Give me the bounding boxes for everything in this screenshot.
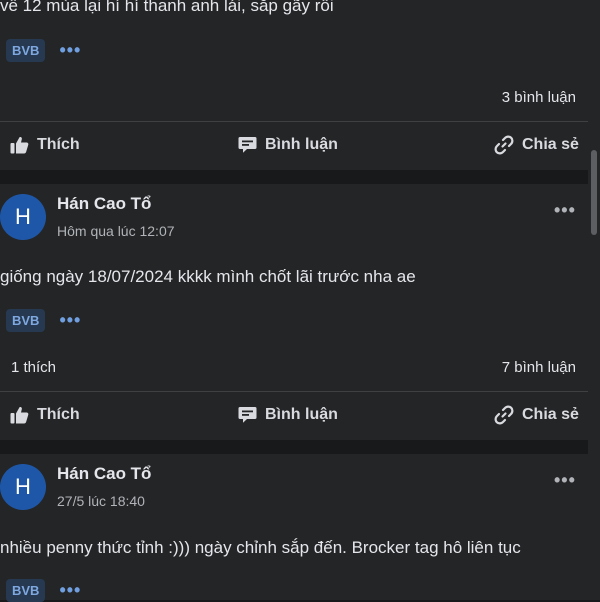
comment-label: Bình luận bbox=[265, 136, 338, 153]
scrollbar[interactable] bbox=[588, 0, 600, 600]
comment-icon bbox=[238, 137, 257, 153]
avatar[interactable]: H bbox=[0, 194, 46, 240]
comment-button[interactable]: Bình luận bbox=[238, 127, 338, 163]
comment-button[interactable]: Bình luận bbox=[238, 397, 338, 433]
author-name[interactable]: Hán Cao Tổ bbox=[57, 194, 151, 214]
share-button[interactable]: Chia sẻ bbox=[494, 397, 579, 433]
post-timestamp[interactable]: Hôm qua lúc 12:07 bbox=[57, 223, 175, 239]
stock-tag[interactable]: BVB bbox=[6, 308, 46, 332]
post-card: H Hán Cao Tổ Hôm qua lúc 12:07 ••• giống… bbox=[0, 184, 588, 440]
share-label: Chia sẻ bbox=[522, 136, 579, 153]
thumbs-up-icon bbox=[10, 137, 29, 154]
avatar[interactable]: H bbox=[0, 464, 46, 510]
post-card: về 12 mùa lại hí hí thanh anh lái, sắp g… bbox=[0, 0, 588, 170]
post-timestamp[interactable]: 27/5 lúc 18:40 bbox=[57, 493, 145, 509]
comments-count[interactable]: 7 bình luận bbox=[502, 359, 576, 376]
link-icon bbox=[494, 135, 514, 155]
divider bbox=[0, 391, 588, 392]
share-label: Chia sẻ bbox=[522, 406, 579, 423]
post-card: H Hán Cao Tổ 27/5 lúc 18:40 ••• nhiều pe… bbox=[0, 454, 588, 602]
tag-row: BVB ••• bbox=[6, 38, 81, 62]
post-menu-icon[interactable]: ••• bbox=[554, 470, 576, 491]
like-button[interactable]: Thích bbox=[10, 397, 80, 433]
tag-row: BVB ••• bbox=[6, 578, 81, 602]
stock-tag[interactable]: BVB bbox=[6, 578, 46, 602]
feed-gap bbox=[0, 170, 588, 184]
like-label: Thích bbox=[37, 136, 80, 153]
post-stats: 1 thích 7 bình luận bbox=[0, 356, 588, 380]
like-label: Thích bbox=[37, 406, 80, 423]
post-stats: 3 bình luận bbox=[0, 86, 588, 110]
author-name[interactable]: Hán Cao Tổ bbox=[57, 464, 151, 484]
likes-count[interactable]: 1 thích bbox=[11, 359, 56, 376]
comment-label: Bình luận bbox=[265, 406, 338, 423]
like-button[interactable]: Thích bbox=[10, 127, 80, 163]
link-icon bbox=[494, 405, 514, 425]
post-text: nhiều penny thức tỉnh :))) ngày chỉnh sắ… bbox=[0, 538, 521, 557]
divider bbox=[0, 121, 588, 122]
thumbs-up-icon bbox=[10, 407, 29, 424]
post-menu-icon[interactable]: ••• bbox=[554, 200, 576, 221]
feed-gap bbox=[0, 440, 588, 454]
post-actions: Thích Bình luận Chia sẻ bbox=[0, 127, 588, 163]
post-actions: Thích Bình luận Chia sẻ bbox=[0, 397, 588, 433]
more-tags-icon[interactable]: ••• bbox=[59, 41, 81, 59]
comment-icon bbox=[238, 407, 257, 423]
scrollbar-thumb[interactable] bbox=[591, 150, 597, 235]
more-tags-icon[interactable]: ••• bbox=[59, 581, 81, 599]
more-tags-icon[interactable]: ••• bbox=[59, 311, 81, 329]
tag-row: BVB ••• bbox=[6, 308, 81, 332]
post-text: về 12 mùa lại hí hí thanh anh lái, sắp g… bbox=[0, 0, 334, 15]
share-button[interactable]: Chia sẻ bbox=[494, 127, 579, 163]
stock-tag[interactable]: BVB bbox=[6, 38, 46, 62]
comments-count[interactable]: 3 bình luận bbox=[502, 89, 576, 106]
post-text: giống ngày 18/07/2024 kkkk mình chốt lãi… bbox=[0, 267, 416, 286]
